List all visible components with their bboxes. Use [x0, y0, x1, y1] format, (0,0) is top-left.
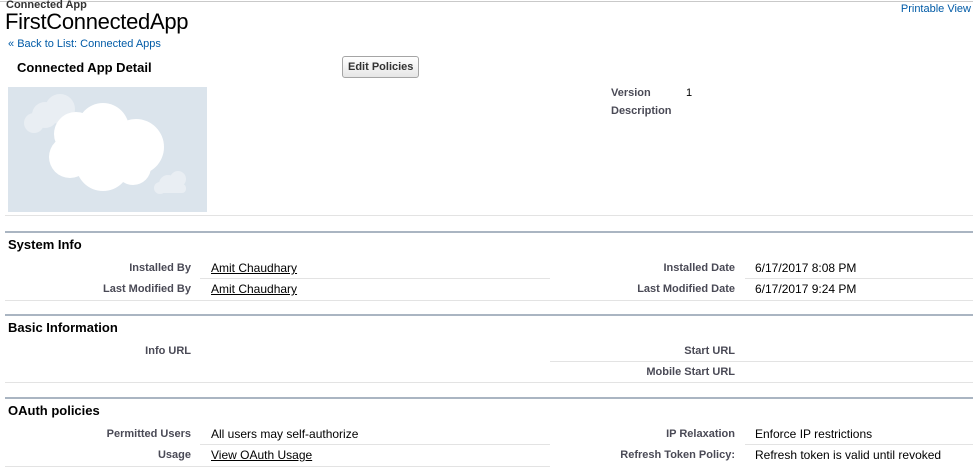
row-divider	[5, 466, 550, 467]
installed-date-value: 6/17/2017 8:08 PM	[755, 261, 857, 275]
ip-relaxation-value: Enforce IP restrictions	[755, 427, 873, 441]
detail-divider	[5, 215, 973, 216]
permitted-users-value: All users may self-authorize	[211, 427, 359, 441]
breadcrumb: « Back to List: Connected Apps	[8, 38, 161, 50]
installed-date-label: Installed Date	[663, 262, 735, 274]
permitted-users-label: Permitted Users	[106, 428, 191, 440]
refresh-token-policy-label: Refresh Token Policy:	[620, 449, 735, 461]
basic-info-title: Basic Information	[8, 320, 118, 335]
back-to-list-link[interactable]: Back to List: Connected Apps	[17, 38, 161, 50]
description-label: Description	[611, 105, 672, 117]
usage-label: Usage	[157, 449, 191, 461]
page-title: FirstConnectedApp	[5, 9, 189, 34]
chevron-left-icon: «	[8, 38, 15, 50]
last-modified-by-value: Amit Chaudhary	[211, 282, 297, 296]
top-divider	[0, 1, 973, 2]
usage-value: View OAuth Usage	[211, 448, 312, 462]
installed-by-value: Amit Chaudhary	[211, 261, 297, 275]
row-divider	[5, 300, 973, 301]
row-divider	[550, 361, 973, 362]
printable-view-link[interactable]: Printable View	[901, 3, 971, 15]
edit-policies-button[interactable]: Edit Policies	[342, 56, 420, 78]
row-divider	[745, 444, 973, 445]
refresh-token-policy-value: Refresh token is valid until revoked	[755, 448, 942, 462]
last-modified-date-value: 6/17/2017 9:24 PM	[755, 282, 857, 296]
salesforce-cloud-logo-icon	[8, 87, 207, 212]
mobile-start-url-label: Mobile Start URL	[646, 366, 735, 378]
last-modified-by-label: Last Modified By	[102, 283, 191, 295]
view-oauth-usage-link[interactable]: View OAuth Usage	[211, 448, 312, 462]
installed-by-user-link[interactable]: Amit Chaudhary	[211, 261, 297, 275]
version-field: Version	[611, 87, 651, 99]
row-divider	[5, 382, 973, 383]
installed-by-label: Installed By	[129, 262, 191, 274]
system-info-title: System Info	[8, 237, 82, 252]
row-divider	[745, 278, 973, 279]
last-modified-by-user-link[interactable]: Amit Chaudhary	[211, 282, 297, 296]
info-url-label: Info URL	[145, 345, 191, 357]
last-modified-date-label: Last Modified Date	[637, 283, 735, 295]
detail-section-title: Connected App Detail	[17, 60, 152, 75]
system-info-rule	[5, 231, 973, 233]
start-url-label: Start URL	[684, 345, 735, 357]
oauth-title: OAuth policies	[8, 403, 100, 418]
description-field: Description	[611, 105, 672, 117]
version-label: Version	[611, 87, 651, 99]
oauth-rule	[5, 397, 973, 399]
ip-relaxation-label: IP Relaxation	[666, 428, 735, 440]
version-value: 1	[686, 87, 693, 99]
basic-info-rule	[5, 314, 973, 316]
app-logo	[8, 87, 207, 212]
row-divider	[200, 444, 550, 445]
row-divider	[200, 278, 550, 279]
